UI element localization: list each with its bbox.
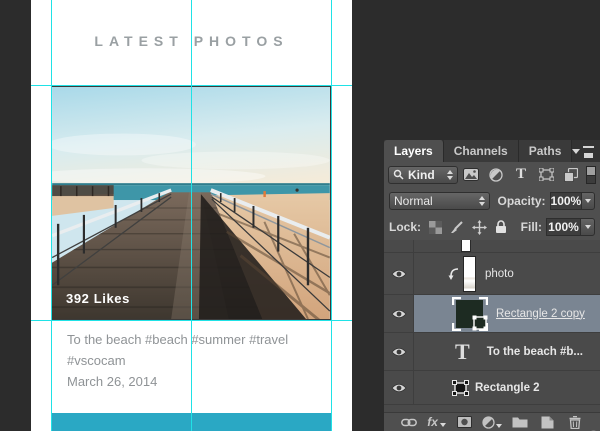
layer-row-rectangle-2-copy[interactable]: Rectangle 2 copy [384, 295, 600, 333]
filter-type-layers-button[interactable]: T [508, 166, 533, 183]
lock-position-move-icon[interactable] [472, 220, 487, 235]
layer-name[interactable]: Rectangle 2 copy [496, 308, 585, 320]
fx-icon: fx [427, 415, 438, 429]
visibility-toggle[interactable] [384, 333, 414, 370]
tab-layers[interactable]: Layers [384, 140, 444, 162]
caption-line-1: To the beach #beach #summer #travel [67, 329, 288, 350]
filter-row: Kind T [384, 162, 600, 187]
filter-toggle-switch[interactable] [586, 166, 596, 184]
shape-icon [539, 168, 554, 181]
kind-label: Kind [408, 168, 435, 182]
layer-row-photo[interactable]: photo [384, 253, 600, 295]
fx-arrow-icon [440, 423, 446, 427]
chain-link-icon [401, 418, 417, 427]
kind-spinner-icon [447, 170, 453, 180]
smart-object-icon [564, 168, 578, 182]
opacity-arrow-icon [585, 199, 591, 203]
blend-mode-dropdown[interactable]: Normal [389, 192, 490, 210]
adjustment-arrow-icon [496, 424, 502, 428]
filter-shape-layers-button[interactable] [534, 168, 559, 181]
filter-smart-objects-button[interactable] [559, 168, 584, 182]
new-layer-button[interactable] [534, 416, 562, 429]
tab-paths[interactable]: Paths [519, 140, 573, 162]
toggle-knob [587, 167, 595, 176]
blend-mode-value: Normal [394, 194, 433, 208]
guide-vertical-center [191, 0, 192, 431]
kind-filter-dropdown[interactable]: Kind [388, 166, 458, 184]
guide-vertical-right [331, 0, 332, 431]
eye-icon [391, 269, 407, 279]
add-layer-mask-button[interactable] [450, 416, 478, 428]
caption-line-3: March 26, 2014 [67, 371, 288, 392]
search-icon [393, 169, 404, 180]
trash-icon [569, 416, 581, 429]
layer-mask-icon [457, 416, 472, 428]
eye-cell[interactable] [384, 240, 414, 252]
fill-arrow-icon [585, 225, 591, 229]
eye-icon [391, 383, 407, 393]
new-adjustment-layer-button[interactable] [478, 416, 506, 429]
photo-caption: To the beach #beach #summer #travel #vsc… [67, 329, 288, 392]
filter-adjustment-layers-button[interactable] [483, 168, 508, 182]
layer-style-button[interactable]: fx [423, 415, 451, 429]
visibility-toggle[interactable] [384, 295, 414, 332]
fill-dropdown-button[interactable] [580, 218, 595, 236]
partial-layer-thumbnail [461, 240, 471, 252]
guide-vertical-left [51, 0, 52, 431]
opacity-dropdown-button[interactable] [581, 192, 595, 210]
layers-bottom-bar: fx [384, 412, 600, 431]
new-group-button[interactable] [506, 416, 534, 428]
delete-layer-button[interactable] [561, 416, 589, 429]
layer-thumbnail[interactable] [463, 256, 476, 292]
type-icon: T [516, 166, 526, 183]
caption-line-2: #vscocam [67, 350, 288, 371]
type-layer-thumbnail[interactable]: T [455, 339, 470, 365]
folder-icon [512, 416, 528, 428]
lock-label: Lock: [389, 220, 421, 234]
layer-name[interactable]: To the beach #b... [487, 346, 583, 358]
lock-all-padlock-icon[interactable] [495, 220, 507, 234]
tab-channels[interactable]: Channels [444, 140, 519, 162]
blend-spinner-icon [479, 196, 485, 206]
new-layer-icon [541, 416, 554, 429]
adjustment-circle-icon [482, 416, 495, 429]
clipping-mask-arrow-icon [447, 267, 459, 280]
layer-name[interactable]: photo [485, 268, 514, 280]
guide-horizontal-photo-top [31, 85, 352, 86]
panel-menu-button[interactable] [572, 140, 600, 162]
lock-transparency-icon[interactable] [429, 221, 442, 234]
opacity-value-field[interactable]: 100% [550, 192, 582, 210]
adjustment-icon [489, 168, 503, 182]
fill-value-field[interactable]: 100% [546, 218, 580, 236]
lock-row: Lock: Fill: 100% [384, 214, 600, 240]
layer-list: photo [384, 240, 600, 412]
eye-icon [391, 309, 407, 319]
panel-tabbar: Layers Channels Paths [384, 140, 600, 162]
visibility-toggle[interactable] [384, 371, 414, 404]
layer-row-rectangle-2[interactable]: Rectangle 2 [384, 371, 600, 405]
shape-layer-thumbnail[interactable] [452, 297, 488, 331]
layer-name[interactable]: Rectangle 2 [475, 382, 540, 394]
opacity-label: Opacity: [498, 194, 546, 208]
guide-horizontal-photo-bottom [31, 320, 352, 321]
layers-panel: Layers Channels Paths Kind [384, 140, 600, 431]
menu-triangle-icon [572, 149, 580, 154]
menu-lines-icon [583, 146, 594, 153]
shape-path-thumbnail[interactable] [452, 380, 469, 396]
photoshop-workspace: LATEST PHOTOS [0, 0, 600, 431]
link-layers-button[interactable] [395, 418, 423, 427]
fill-label: Fill: [521, 220, 542, 234]
image-icon [463, 168, 479, 181]
filter-pixel-layers-button[interactable] [458, 168, 483, 181]
blend-mode-row: Normal Opacity: 100% [384, 187, 600, 214]
visibility-toggle[interactable] [384, 253, 414, 294]
likes-label: 392 Likes [66, 291, 130, 306]
layer-row-text[interactable]: T To the beach #b... [384, 333, 600, 371]
layer-row-partial[interactable] [384, 240, 600, 253]
lock-paint-brush-icon[interactable] [450, 220, 464, 234]
eye-icon [391, 347, 407, 357]
